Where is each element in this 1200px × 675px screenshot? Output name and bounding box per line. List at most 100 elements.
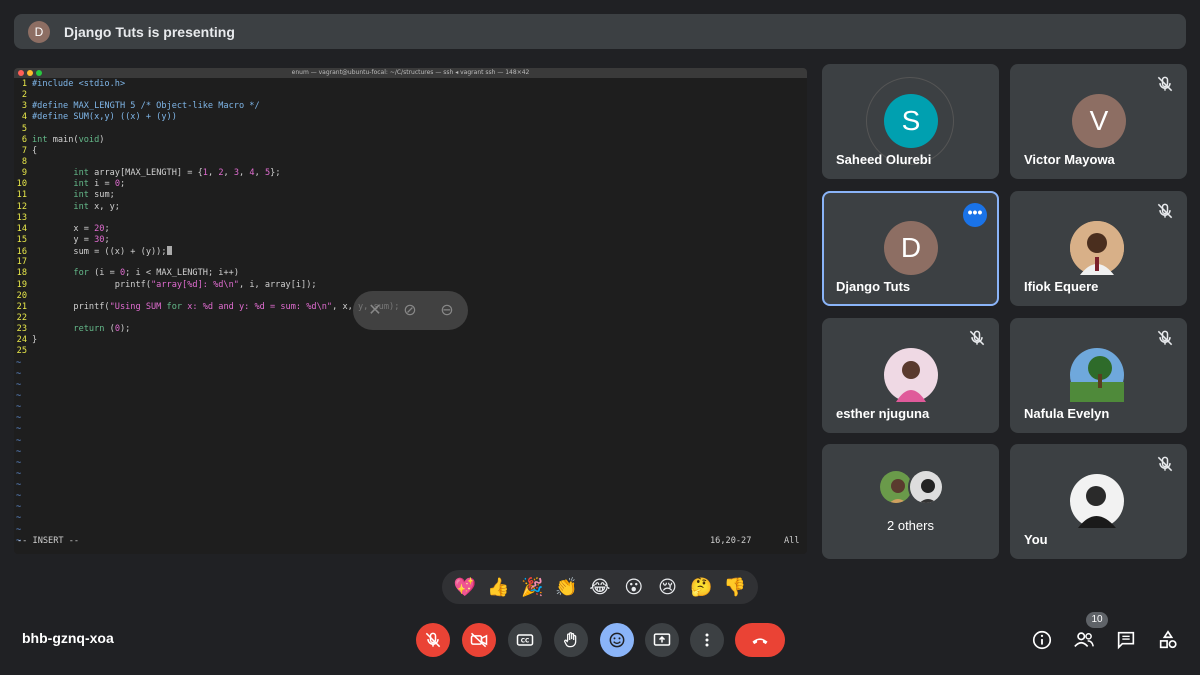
- shared-screen-terminal: enum — vagrant@ubuntu-focal: ~/C/structu…: [14, 68, 807, 554]
- empty-line-tilde: ~: [16, 413, 22, 424]
- reaction-emoji-button[interactable]: 😮: [620, 577, 648, 598]
- avatar-photo: [1070, 221, 1124, 275]
- mic-off-icon: [425, 632, 441, 648]
- pin-off-icon: ✕: [368, 302, 382, 319]
- avatar-letter: V: [1089, 105, 1109, 136]
- more-options-button[interactable]: •••: [963, 203, 987, 227]
- more-vert-icon: [705, 633, 709, 647]
- reaction-emoji-button[interactable]: 👏: [552, 577, 580, 598]
- empty-line-tilde: ~: [16, 502, 22, 513]
- participant-tile-esther[interactable]: esther njuguna: [822, 318, 999, 433]
- zoom-icon: ⊘: [403, 302, 417, 319]
- raise-hand-button[interactable]: [554, 623, 588, 657]
- code-line: 7{: [21, 145, 38, 156]
- participant-name: You: [1024, 532, 1048, 547]
- code-line: 8: [21, 156, 27, 167]
- avatar-photo: [884, 348, 938, 402]
- avatar-letter: S: [901, 105, 921, 136]
- participant-name: Victor Mayowa: [1024, 152, 1115, 167]
- code-line: 24}: [16, 335, 38, 346]
- code-line: 12 int x, y;: [16, 201, 120, 212]
- participant-name: Ifiok Equere: [1024, 279, 1099, 294]
- mic-off-icon: [1157, 76, 1173, 92]
- mic-toggle-button[interactable]: [416, 623, 450, 657]
- code-line: 14 x = 20;: [16, 223, 110, 234]
- reaction-emoji-button[interactable]: 👎: [721, 577, 749, 598]
- mic-off-icon: [1157, 203, 1173, 219]
- empty-line-tilde: ~: [16, 390, 22, 401]
- hand-icon: [564, 632, 577, 648]
- svg-text:CC: CC: [521, 639, 530, 645]
- code-line: 13: [16, 212, 27, 223]
- empty-line-tilde: ~: [16, 446, 22, 457]
- reaction-emoji-button[interactable]: 💖: [451, 577, 479, 598]
- people-button[interactable]: [1072, 628, 1096, 652]
- chat-button[interactable]: [1114, 628, 1138, 652]
- code-line: 10 int i = 0;: [16, 179, 126, 190]
- participant-tile-others[interactable]: 2 others: [822, 444, 999, 559]
- participant-tile-ifiok[interactable]: Ifiok Equere: [1010, 191, 1187, 306]
- present-screen-button[interactable]: [645, 623, 679, 657]
- participant-tile-django[interactable]: ••• D Django Tuts: [822, 191, 999, 306]
- empty-line-tilde: ~: [16, 513, 22, 524]
- participant-name: Saheed Olurebi: [836, 152, 932, 167]
- reaction-emoji-button[interactable]: 😢: [653, 577, 681, 598]
- reaction-emoji-button[interactable]: 🎉: [518, 577, 546, 598]
- code-line: 9 int array[MAX_LENGTH] = {1, 2, 3, 4, 5…: [21, 168, 281, 179]
- more-options-button[interactable]: [690, 623, 724, 657]
- terminal-titlebar: enum — vagrant@ubuntu-focal: ~/C/structu…: [14, 68, 807, 78]
- meeting-code: bhb-gznq-xoa: [22, 630, 114, 646]
- remove-icon: ⊖: [440, 302, 454, 319]
- avatar-photo: [1070, 474, 1124, 528]
- terminal-title: enum — vagrant@ubuntu-focal: ~/C/structu…: [291, 69, 530, 76]
- code-line: 16 sum = ((x) + (y));: [14, 246, 807, 257]
- reaction-emoji-button[interactable]: 🤔: [687, 577, 715, 598]
- emoji-icon: [609, 632, 625, 648]
- code-line: 19 printf("array[%d]: %d\n", i, array[i]…: [16, 279, 317, 290]
- presenting-text: Django Tuts is presenting: [64, 23, 235, 40]
- code-line: 1 #include <stdio.h>: [21, 79, 126, 89]
- participant-name: Django Tuts: [836, 279, 911, 294]
- code-line: 11 int sum;: [16, 190, 115, 201]
- reaction-emoji-button[interactable]: 😂: [586, 577, 614, 598]
- code-line: 17: [16, 257, 27, 268]
- avatar: V: [1072, 94, 1126, 148]
- code-line: 15 y = 30;: [16, 234, 110, 245]
- captions-button[interactable]: CC: [508, 623, 542, 657]
- presenter-avatar: D: [28, 20, 50, 43]
- reaction-emoji-button[interactable]: 👍: [485, 577, 513, 598]
- empty-line-tilde: ~: [16, 402, 22, 413]
- text-cursor: [166, 246, 172, 256]
- leave-call-button[interactable]: [735, 623, 785, 657]
- participant-tile-saheed[interactable]: S Saheed Olurebi: [822, 64, 999, 179]
- reactions-button[interactable]: [600, 623, 634, 657]
- camera-toggle-button[interactable]: [462, 623, 496, 657]
- participant-tile-nafula[interactable]: Nafula Evelyn: [1010, 318, 1187, 433]
- avatar-photo: [1070, 348, 1124, 402]
- empty-line-tilde: ~: [16, 368, 22, 379]
- empty-line-tilde: ~: [16, 480, 22, 491]
- participant-tile-victor[interactable]: V Victor Mayowa: [1010, 64, 1187, 179]
- participant-name: Nafula Evelyn: [1024, 406, 1110, 421]
- code-line: 25: [16, 346, 27, 357]
- avatar: S: [884, 94, 938, 148]
- meeting-details-button[interactable]: [1030, 628, 1054, 652]
- empty-line-tilde: ~: [16, 524, 22, 535]
- info-icon: [1032, 630, 1052, 650]
- people-count-badge: 10: [1086, 612, 1108, 628]
- others-count-label: 2 others: [887, 518, 934, 533]
- activities-button[interactable]: [1156, 628, 1180, 652]
- empty-line-tilde: ~: [16, 491, 22, 502]
- avatar-letter: D: [900, 232, 922, 263]
- screen-share-floating-controls: ✕ ⊘ ⊖: [353, 291, 468, 330]
- presenting-banner: D Django Tuts is presenting: [14, 14, 1186, 49]
- code-line: 4 #define SUM(x,y) ((x) + (y)): [21, 112, 177, 123]
- code-line: 5: [21, 123, 27, 134]
- chat-icon: [1117, 631, 1135, 650]
- participant-tile-you[interactable]: You: [1010, 444, 1187, 559]
- mic-off-icon: [1157, 456, 1173, 472]
- hang-up-icon: [752, 638, 768, 645]
- empty-line-tilde: ~: [16, 468, 22, 479]
- vim-mode: -- INSERT --: [17, 536, 80, 546]
- avatar: D: [884, 221, 938, 275]
